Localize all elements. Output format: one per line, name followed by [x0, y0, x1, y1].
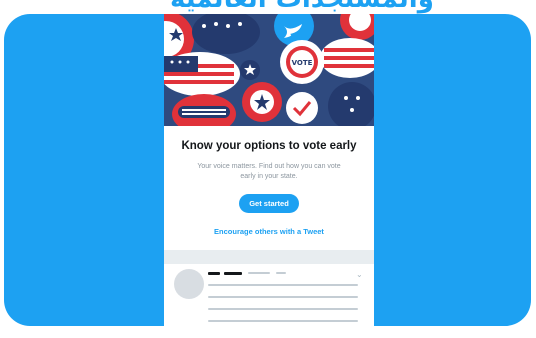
chevron-down-icon[interactable]: ⌄ [356, 270, 363, 279]
encourage-tweet-link[interactable]: Encourage others with a Tweet [164, 227, 374, 236]
phone-screen: VOTE Know your options to vote early You… [164, 14, 374, 326]
placeholder-line [208, 272, 220, 275]
prompt-title: Know your options to vote early [181, 140, 357, 152]
placeholder-line [224, 272, 242, 275]
placeholder-line [208, 320, 358, 322]
placeholder-line [208, 284, 358, 286]
top-banner: والمستجدات العالمية [0, 0, 536, 14]
placeholder-line [208, 308, 358, 310]
placeholder-line [276, 272, 286, 274]
banner-text: والمستجدات العالمية [170, 0, 434, 14]
placeholder-line [248, 272, 270, 274]
placeholder-line [208, 296, 358, 298]
prompt-body: Your voice matters. Find out how you can… [197, 163, 341, 180]
get-started-button[interactable]: Get started [239, 194, 299, 213]
avatar [174, 269, 204, 299]
vote-prompt: Know your options to vote early Your voi… [164, 126, 374, 236]
feed-separator [164, 250, 374, 264]
placeholder-tweet[interactable]: ⌄ [164, 264, 374, 326]
svg-text:VOTE: VOTE [292, 59, 313, 67]
vote-badges-illustration: VOTE [164, 14, 374, 126]
